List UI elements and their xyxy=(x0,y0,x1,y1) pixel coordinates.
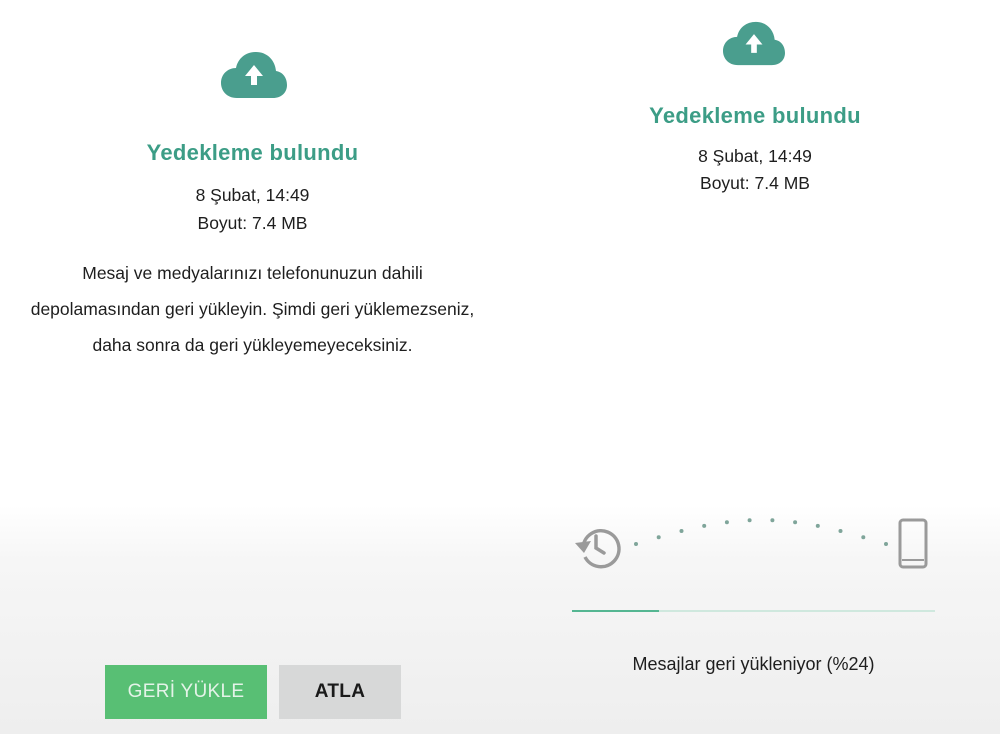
restoring-panel: Yedekleme bulundu 8 Şubat, 14:49 Boyut: … xyxy=(510,0,1000,734)
restore-status: Mesajlar geri yükleniyor (%24) xyxy=(632,654,875,674)
restore-progress-fill xyxy=(572,610,660,612)
phone-icon xyxy=(898,518,928,569)
transfer-dot xyxy=(815,523,820,528)
transfer-dot xyxy=(702,523,707,528)
description-line: Mesaj ve medyalarınızı telefonunuzun dah… xyxy=(82,263,423,283)
transfer-dot xyxy=(634,542,638,546)
cloud-upload-icon xyxy=(723,21,785,66)
backup-found-title: Yedekleme bulundu xyxy=(649,103,861,128)
transfer-dot xyxy=(770,518,775,523)
description-line: daha sonra da geri yükleyemeyeceksiniz. xyxy=(92,335,413,355)
transfer-dot xyxy=(838,529,843,533)
backup-found-panel: Yedekleme bulundu 8 Şubat, 14:49 Boyut: … xyxy=(0,0,505,734)
backup-size: Boyut: 7.4 MB xyxy=(197,213,308,233)
restore-description: Mesaj ve medyalarınızı telefonunuzun dah… xyxy=(0,255,505,363)
cloud-upload-icon xyxy=(221,52,287,98)
transfer-dot xyxy=(656,535,661,540)
restore-progress-bar xyxy=(572,610,935,612)
restore-history-icon xyxy=(575,528,621,569)
backup-date: 8 Şubat, 14:49 xyxy=(195,185,310,205)
transfer-dot xyxy=(679,529,684,533)
backup-found-title: Yedekleme bulundu xyxy=(146,140,359,165)
backup-size: Boyut: 7.4 MB xyxy=(700,173,810,193)
transfer-dots xyxy=(634,518,888,546)
restore-animation xyxy=(575,518,928,569)
transfer-dot xyxy=(724,520,729,525)
backup-date: 8 Şubat, 14:49 xyxy=(698,146,812,166)
skip-button[interactable]: ATLA xyxy=(279,665,401,719)
restore-button[interactable]: GERİ YÜKLE xyxy=(105,665,267,719)
transfer-dot xyxy=(884,542,888,546)
restore-screen: Yedekleme bulundu 8 Şubat, 14:49 Boyut: … xyxy=(0,0,1000,734)
transfer-dot xyxy=(793,520,798,525)
description-line: depolamasından geri yükleyin. Şimdi geri… xyxy=(30,299,475,319)
transfer-dot xyxy=(861,535,866,540)
transfer-dot xyxy=(747,518,752,523)
